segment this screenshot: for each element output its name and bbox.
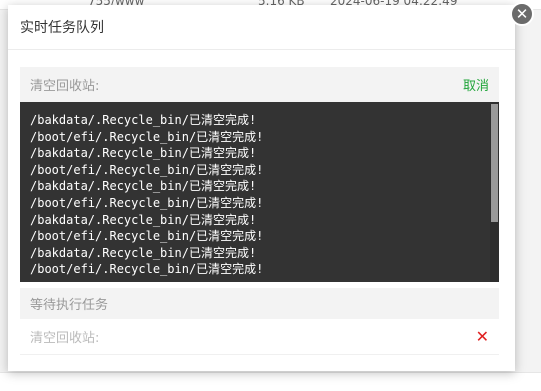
- task-queue-dialog: 实时任务队列 ✕ 清空回收站: 取消 /bakdata/.Recycle_bin…: [8, 2, 534, 371]
- background-list-bottom: [0, 372, 541, 391]
- log-scrollbar-thumb[interactable]: [491, 104, 498, 222]
- waiting-tasks-header: 等待执行任务: [20, 288, 499, 319]
- log-line: /boot/efi/.Recycle_bin/已清空完成!: [30, 195, 264, 210]
- current-task-label: 清空回收站:: [30, 79, 100, 94]
- log-line: /bakdata/.Recycle_bin/已清空完成!: [30, 245, 257, 260]
- log-line: /boot/efi/.Recycle_bin/已清空完成!: [30, 262, 264, 277]
- log-scrollbar[interactable]: [490, 102, 499, 282]
- log-line: /boot/efi/.Recycle_bin/已清空完成!: [30, 129, 264, 144]
- task-log-output[interactable]: /bakdata/.Recycle_bin/已清空完成!/boot/efi/.R…: [20, 102, 499, 282]
- log-line: /bakdata/.Recycle_bin/已清空完成!: [30, 113, 257, 127]
- waiting-task-item: 清空回收站: ✕: [20, 319, 499, 355]
- cancel-task-button[interactable]: 取消: [463, 75, 489, 94]
- log-line: /bakdata/.Recycle_bin/已清空完成!: [30, 146, 257, 161]
- waiting-task-label: 清空回收站:: [30, 331, 100, 346]
- log-line: /boot/efi/.Recycle_bin/已清空完成!: [30, 162, 264, 177]
- dialog-header: 实时任务队列: [8, 5, 515, 50]
- current-task-header: 清空回收站: 取消: [20, 67, 499, 102]
- close-icon[interactable]: ✕: [510, 2, 534, 26]
- log-lines: /bakdata/.Recycle_bin/已清空完成!/boot/efi/.R…: [20, 102, 499, 278]
- log-line: /bakdata/.Recycle_bin/已清空完成!: [30, 179, 257, 194]
- log-line: /boot/efi/.Recycle_bin/已清空完成!: [30, 229, 264, 244]
- waiting-tasks-title: 等待执行任务: [30, 298, 109, 313]
- remove-task-icon[interactable]: ✕: [476, 327, 489, 346]
- dialog-title: 实时任务队列: [20, 20, 104, 36]
- current-task-panel: 清空回收站: 取消 /bakdata/.Recycle_bin/已清空完成!/b…: [20, 67, 499, 282]
- log-line: /bakdata/.Recycle_bin/已清空完成!: [30, 212, 257, 227]
